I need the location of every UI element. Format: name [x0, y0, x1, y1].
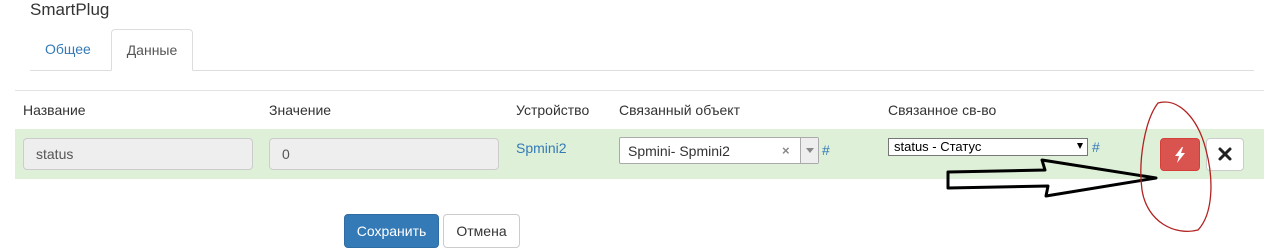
linked-property-hash-link[interactable]: # — [1092, 139, 1100, 155]
delete-button[interactable] — [1206, 138, 1244, 171]
clear-icon[interactable]: × — [782, 143, 790, 158]
tab-bar: Общее Данные — [30, 29, 1254, 71]
linked-object-select[interactable]: Spmini- Spmini2 × — [619, 137, 819, 164]
cancel-button[interactable]: Отмена — [443, 214, 520, 248]
linked-object-hash-link[interactable]: # — [822, 142, 830, 158]
header-value: Значение — [269, 102, 332, 118]
device-link[interactable]: Spmini2 — [516, 140, 567, 156]
linked-property-value: status - Статус — [894, 139, 982, 154]
header-linked-object: Связанный объект — [619, 102, 740, 118]
page-title: SmartPlug — [30, 0, 110, 19]
dropdown-arrow-icon — [1077, 143, 1083, 149]
save-button[interactable]: Сохранить — [344, 214, 439, 248]
bolt-icon — [1175, 147, 1185, 163]
tab-data[interactable]: Данные — [111, 29, 193, 71]
chevron-down-icon[interactable] — [800, 138, 818, 163]
linked-property-select[interactable]: status - Статус — [888, 138, 1088, 156]
header-name: Название — [23, 102, 86, 118]
header-device: Устройство — [516, 102, 590, 118]
table-top-border — [15, 90, 1264, 91]
close-icon — [1218, 147, 1232, 161]
linked-object-value: Spmini- Spmini2 — [628, 143, 730, 159]
value-field[interactable]: 0 — [269, 138, 499, 170]
tab-general[interactable]: Общее — [30, 29, 106, 70]
name-field[interactable]: status — [23, 138, 253, 170]
run-button[interactable] — [1160, 138, 1200, 171]
header-linked-property: Связанное св-во — [888, 102, 997, 118]
